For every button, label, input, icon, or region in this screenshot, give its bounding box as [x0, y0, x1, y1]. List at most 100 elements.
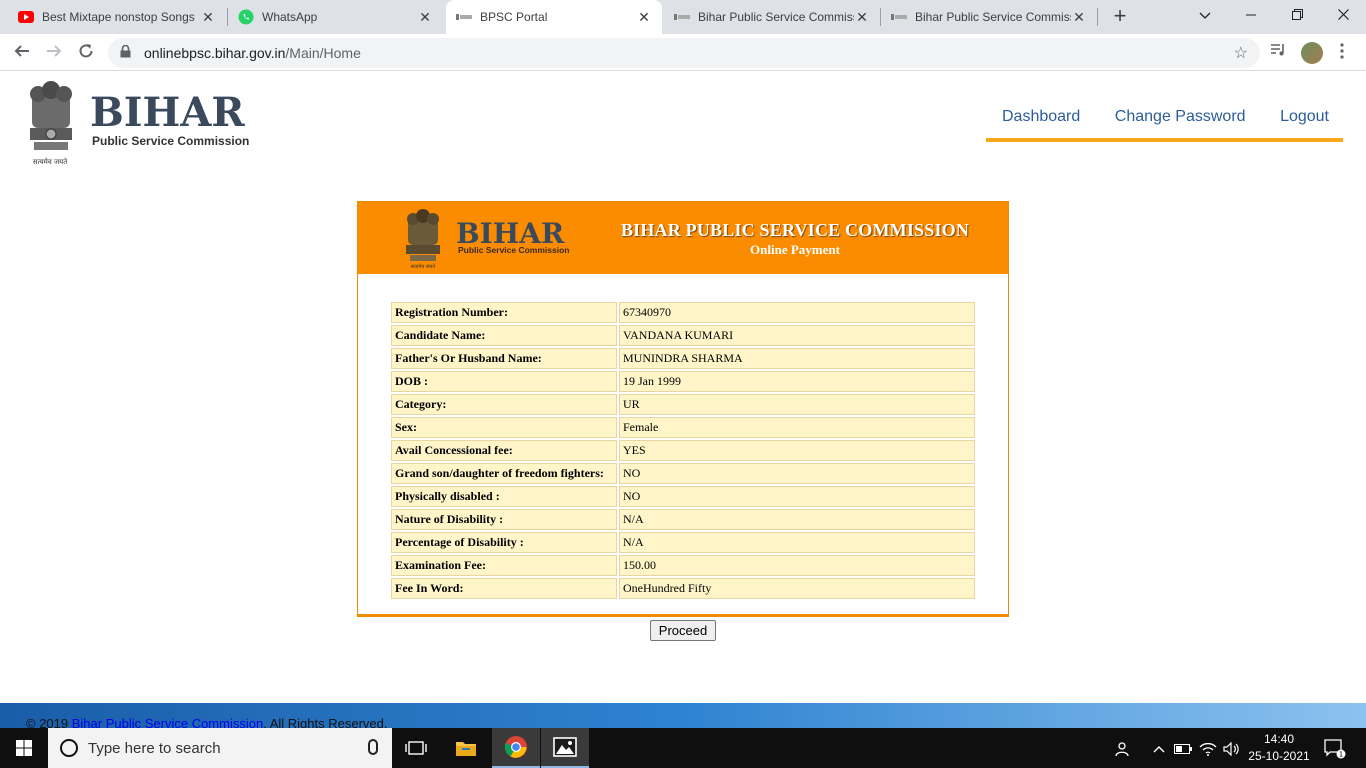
tab-title: Best Mixtape nonstop Songs — [42, 10, 195, 24]
detail-value: 19 Jan 1999 — [619, 371, 975, 392]
browser-tab-bpsc-1[interactable]: Bihar Public Service Commissi ✕ — [664, 0, 880, 34]
detail-label: Registration Number: — [391, 302, 617, 323]
panel-header: सत्यमेव जयते BIHAR Public Service Commis… — [358, 202, 1008, 274]
main-nav: Dashboard Change Password Logout — [986, 106, 1343, 142]
lock-icon[interactable] — [120, 44, 134, 61]
panel-bpsc-logo: सत्यमेव जयते BIHAR Public Service Commis… — [400, 207, 596, 270]
detail-label: Category: — [391, 394, 617, 415]
detail-value: 67340970 — [619, 302, 975, 323]
detail-value: NO — [619, 463, 975, 484]
nav-logout-link[interactable]: Logout — [1280, 106, 1329, 138]
detail-row: Grand son/daughter of freedom fighters: N… — [391, 463, 975, 484]
panel-emblem-motto: सत्यमेव जयते — [411, 263, 436, 269]
detail-row: Fee In Word: OneHundred Fifty — [391, 578, 975, 599]
close-tab-icon[interactable]: ✕ — [200, 9, 216, 26]
address-bar[interactable]: onlinebpsc.bihar.gov.in/Main/Home ☆ — [108, 38, 1260, 68]
logo-subtitle: Public Service Commission — [92, 134, 249, 148]
chrome-taskbar-icon[interactable] — [492, 728, 540, 768]
detail-row: DOB :19 Jan 1999 — [391, 371, 975, 392]
youtube-icon — [18, 9, 34, 25]
microphone-icon[interactable] — [368, 739, 378, 755]
detail-label: Sex: — [391, 417, 617, 438]
wifi-icon[interactable] — [1196, 728, 1220, 768]
detail-row: Percentage of Disability : N/A — [391, 532, 975, 553]
minimize-button[interactable] — [1228, 0, 1274, 30]
url-path: /Main/Home — [285, 45, 361, 61]
profile-avatar[interactable] — [1301, 42, 1323, 64]
nav-dashboard-link[interactable]: Dashboard — [1002, 106, 1080, 138]
detail-value: NO — [619, 486, 975, 507]
url-host: onlinebpsc.bihar.gov.in — [144, 45, 286, 61]
emblem-motto: सत्यमेव जयते — [33, 157, 68, 166]
detail-row: Candidate Name: VANDANA KUMARI — [391, 325, 975, 346]
panel-heading: BIHAR PUBLIC SERVICE COMMISSION — [620, 220, 970, 240]
tab-title: Bihar Public Service Commissi — [915, 10, 1071, 24]
tab-title: BPSC Portal — [480, 10, 548, 24]
taskbar-clock[interactable]: 14:40 25-10-2021 — [1244, 731, 1314, 765]
footer-prefix: © 2019 — [26, 716, 69, 728]
close-window-button[interactable] — [1320, 0, 1366, 30]
close-tab-icon[interactable]: ✕ — [1071, 9, 1087, 26]
panel-logo-subtitle: Public Service Commission — [458, 245, 569, 255]
windows-start-icon[interactable] — [0, 728, 48, 768]
nav-change-password-link[interactable]: Change Password — [1115, 106, 1246, 138]
candidate-details-table: Registration Number: 67340970 Candidate Na… — [389, 300, 977, 601]
browser-toolbar: onlinebpsc.bihar.gov.in/Main/Home ☆ — [0, 34, 1366, 71]
footer-bpsc-link[interactable]: Bihar Public Service Commission — [72, 716, 263, 728]
back-arrow-icon[interactable] — [9, 40, 35, 66]
people-icon[interactable] — [1112, 728, 1134, 768]
bpsc-logo[interactable]: सत्यमेव जयते BIHAR Public Service Commis… — [22, 78, 254, 170]
detail-label: DOB : — [391, 371, 617, 392]
file-explorer-icon[interactable] — [442, 728, 490, 768]
taskbar-search-box[interactable]: Type here to search — [48, 728, 392, 768]
detail-row: Nature of Disability : N/A — [391, 509, 975, 530]
browser-tab-strip: Best Mixtape nonstop Songs ✕ WhatsApp ✕ … — [0, 0, 1366, 34]
battery-icon[interactable] — [1172, 728, 1194, 768]
detail-row: Category: UR — [391, 394, 975, 415]
browser-tab-youtube[interactable]: Best Mixtape nonstop Songs ✕ — [8, 0, 226, 34]
detail-label: Nature of Disability : — [391, 509, 617, 530]
clock-date: 25-10-2021 — [1248, 749, 1310, 763]
reload-icon[interactable] — [73, 40, 99, 66]
bpsc-favicon-icon — [891, 9, 907, 25]
new-tab-button[interactable]: + — [1108, 5, 1132, 29]
detail-row: Father's Or Husband Name: MUNINDRA SHARMA — [391, 348, 975, 369]
bpsc-favicon-icon — [456, 9, 472, 25]
close-tab-icon[interactable]: ✕ — [854, 9, 870, 26]
task-view-icon[interactable] — [392, 728, 440, 768]
detail-value: YES — [619, 440, 975, 461]
close-tab-icon[interactable]: ✕ — [417, 9, 433, 26]
close-tab-icon[interactable]: ✕ — [636, 9, 652, 26]
tab-search-chevron-icon[interactable] — [1182, 0, 1228, 30]
browser-tab-bpsc-portal[interactable]: BPSC Portal ✕ — [446, 0, 662, 34]
photos-taskbar-icon[interactable] — [541, 728, 589, 768]
emblem-icon — [30, 81, 72, 150]
tab-title: WhatsApp — [262, 10, 318, 24]
tray-chevron-up-icon[interactable] — [1148, 728, 1170, 768]
detail-row: Sex: Female — [391, 417, 975, 438]
detail-value: OneHundred Fifty — [619, 578, 975, 599]
restore-button[interactable] — [1274, 0, 1320, 30]
detail-row: Avail Concessional fee: YES — [391, 440, 975, 461]
detail-value: N/A — [619, 532, 975, 553]
emblem-icon — [406, 209, 440, 261]
notification-center-icon[interactable]: 1 — [1320, 728, 1350, 768]
forward-arrow-icon[interactable] — [41, 40, 67, 66]
taskbar-search-placeholder: Type here to search — [88, 739, 221, 757]
bookmark-star-icon[interactable]: ☆ — [1234, 43, 1248, 63]
detail-row: Physically disabled : NO — [391, 486, 975, 507]
detail-value: MUNINDRA SHARMA — [619, 348, 975, 369]
whatsapp-icon — [238, 9, 254, 25]
detail-label: Physically disabled : — [391, 486, 617, 507]
volume-icon[interactable] — [1220, 728, 1242, 768]
menu-kebab-icon[interactable] — [1340, 43, 1344, 64]
browser-tab-whatsapp[interactable]: WhatsApp ✕ — [228, 0, 443, 34]
online-payment-panel: सत्यमेव जयते BIHAR Public Service Commis… — [357, 201, 1009, 617]
clock-time: 14:40 — [1263, 732, 1295, 746]
detail-label: Percentage of Disability : — [391, 532, 617, 553]
browser-tab-bpsc-2[interactable]: Bihar Public Service Commissi ✕ — [881, 0, 1097, 34]
notification-count: 1 — [1339, 750, 1343, 758]
proceed-button[interactable]: Proceed — [650, 620, 716, 641]
media-control-icon[interactable] — [1270, 43, 1286, 62]
logo-title: BIHAR — [90, 89, 245, 136]
